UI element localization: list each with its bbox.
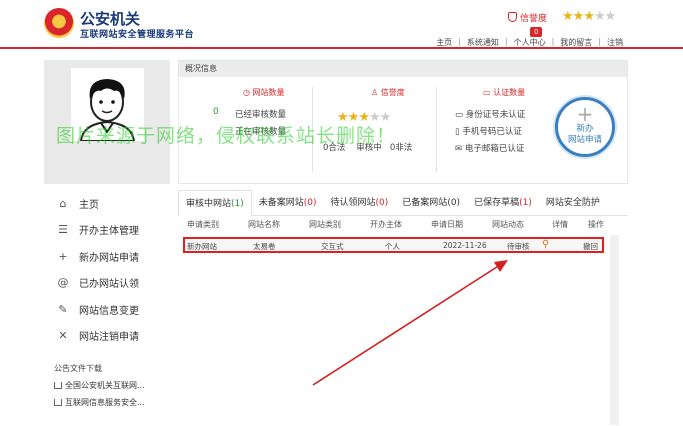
credit-indicator: 信誉度 xyxy=(508,11,547,24)
notice-item[interactable]: 互联网信息服务安全... xyxy=(44,391,170,408)
sidebar-item-home[interactable]: ⌂ 主页 xyxy=(44,190,170,217)
download-icon xyxy=(54,399,62,406)
notice-title: 公告文件下载 xyxy=(54,364,102,373)
column-divider xyxy=(312,87,313,172)
star-icon: ★ xyxy=(562,9,574,24)
home-icon: ⌂ xyxy=(59,196,67,210)
cert-title: ▭ 认证数量 xyxy=(483,88,526,97)
credit-label: 信誉度 xyxy=(520,14,548,24)
cell-status: 待审核 xyxy=(507,242,530,251)
credit-stars-large: ★★★★★ xyxy=(337,110,392,125)
brand-subtitle: 互联网站安全管理服务平台 xyxy=(80,30,195,40)
profile-panel xyxy=(44,60,170,184)
sidebar-item-subject-management[interactable]: ☰ 开办主体管理 xyxy=(44,217,170,244)
user-icon: ♙ xyxy=(371,88,379,97)
id-card-icon: ▭ xyxy=(483,88,491,97)
sidebar-item-label: 网站注销申请 xyxy=(79,332,139,344)
star-icon: ★ xyxy=(347,110,360,125)
column-header: 开办主体 xyxy=(370,220,402,229)
notice-item[interactable]: 全国公安机关互联网... xyxy=(44,374,170,391)
sidebar-item-site-cancel[interactable]: ✕ 网站注销申请 xyxy=(44,323,170,350)
plus-icon: + xyxy=(58,249,68,263)
credit-stats: 0合法 审核中 0非法 xyxy=(323,143,413,153)
at-icon: @ xyxy=(57,276,69,290)
star-icon: ★ xyxy=(368,110,381,125)
site-status-tabs: 审核中网站(1) 未备案网站(0) 待认领网站(0) 已备案网站(0) 已保存草… xyxy=(178,190,628,217)
column-header: 网站动态 xyxy=(492,220,524,229)
close-icon: ✕ xyxy=(58,329,68,343)
cell-date: 2022-11-26 xyxy=(443,241,487,250)
notice-downloads: 公告文件下载 全国公安机关互联网... 互联网信息服务安全... xyxy=(44,350,170,426)
list-icon: ☰ xyxy=(58,223,68,237)
column-header: 申请日期 xyxy=(431,220,463,229)
plus-icon: + xyxy=(576,102,594,126)
mail-icon: ✉ xyxy=(455,144,463,154)
star-icon: ★ xyxy=(583,9,595,24)
sidebar-item-label: 已办网站认领 xyxy=(79,279,139,291)
header-divider xyxy=(0,47,683,49)
clock-icon: ◷ xyxy=(243,88,250,97)
sidebar-item-site-change[interactable]: ✎ 网站信息变更 xyxy=(44,296,170,323)
search-icon[interactable]: ⚲ xyxy=(542,239,549,250)
new-site-apply-button[interactable]: + 新办 网站申请 xyxy=(555,97,615,157)
phone-icon: ▯ xyxy=(455,127,460,137)
avatar[interactable] xyxy=(71,68,144,142)
cell-site-name: 太易卷 xyxy=(253,242,276,251)
sidebar-item-label: 网站信息变更 xyxy=(79,305,139,317)
column-header: 操作 xyxy=(588,220,604,229)
star-icon: ★ xyxy=(358,110,370,125)
tab-unfiled[interactable]: 未备案网站(0) xyxy=(252,190,324,215)
column-header: 网站类别 xyxy=(309,220,341,229)
column-divider xyxy=(436,87,437,172)
cell-subject: 个人 xyxy=(385,242,400,251)
column-header: 申请类别 xyxy=(187,220,219,229)
table-scrollbar[interactable] xyxy=(610,235,619,425)
police-emblem-logo: ★ xyxy=(44,8,74,38)
credit-badge: 0 xyxy=(530,27,543,37)
star-icon: ★ xyxy=(604,9,617,24)
tab-security[interactable]: 网站安全防护 xyxy=(539,190,607,215)
overview-title: 概况信息 xyxy=(179,61,627,77)
brand-title: 公安机关 xyxy=(80,10,141,28)
withdraw-button[interactable]: 撤回 xyxy=(583,241,598,252)
tab-reviewing[interactable]: 审核中网站(1) xyxy=(178,190,252,217)
cert-item: ▭ 身份证号未认证 xyxy=(455,110,526,120)
reviewed-count: 0 xyxy=(213,107,219,117)
pending-label: 正在审核数量 xyxy=(235,127,287,137)
sidebar: ⌂ 主页 ☰ 开办主体管理 + 新办网站申请 @ 已办网站认领 ✎ 网站信息变更 ✕ 网站注… xyxy=(44,190,170,347)
id-card-icon: ▭ xyxy=(455,110,464,120)
star-icon: ★ xyxy=(572,9,585,24)
top-header: ★ 公安机关 互联网站安全管理服务平台 信誉度 0 ★★★★★ 主页 | 系统通知… xyxy=(0,0,683,49)
tab-drafts[interactable]: 已保存草稿(1) xyxy=(467,190,539,215)
tab-filed[interactable]: 已备案网站(0) xyxy=(395,190,467,215)
site-list-panel: 审核中网站(1) 未备案网站(0) 待认领网站(0) 已备案网站(0) 已保存草… xyxy=(178,190,628,426)
sidebar-item-new-site[interactable]: + 新办网站申请 xyxy=(44,243,170,270)
credit-stars: ★★★★★ xyxy=(562,9,617,24)
tab-to-claim[interactable]: 待认领网站(0) xyxy=(324,190,396,215)
credit-title: ♙ 信誉度 xyxy=(371,88,405,97)
cert-item: ✉ 电子邮箱已认证 xyxy=(455,144,525,154)
star-icon: ★ xyxy=(337,110,349,125)
column-header: 网站名称 xyxy=(248,220,280,229)
sidebar-item-claim-site[interactable]: @ 已办网站认领 xyxy=(44,270,170,297)
site-count-title: ◷ 网站数量 xyxy=(243,88,285,97)
avatar-illustration-icon xyxy=(79,79,136,142)
star-icon: ★ xyxy=(593,9,606,24)
cell-type: 新办网站 xyxy=(187,242,217,251)
star-icon: ★ xyxy=(379,110,392,125)
download-icon xyxy=(54,382,62,389)
column-header: 详情 xyxy=(552,220,568,229)
reviewed-label: 已经审核数量 xyxy=(235,110,287,120)
sidebar-item-label: 主页 xyxy=(79,199,99,211)
table-header: 申请类别 网站名称 网站类别 开办主体 申请日期 网站动态 详情 操作 xyxy=(178,219,618,233)
cert-item: ▯ 手机号码已认证 xyxy=(455,127,522,137)
sidebar-item-label: 开办主体管理 xyxy=(79,226,139,238)
table-row: 新办网站 太易卷 交互式 个人 2022-11-26 待审核 ⚲ 撤回 xyxy=(183,237,604,253)
shield-icon xyxy=(508,12,517,22)
edit-icon: ✎ xyxy=(58,302,68,316)
sidebar-item-label: 新办网站申请 xyxy=(79,252,139,264)
cell-category: 交互式 xyxy=(321,242,344,251)
